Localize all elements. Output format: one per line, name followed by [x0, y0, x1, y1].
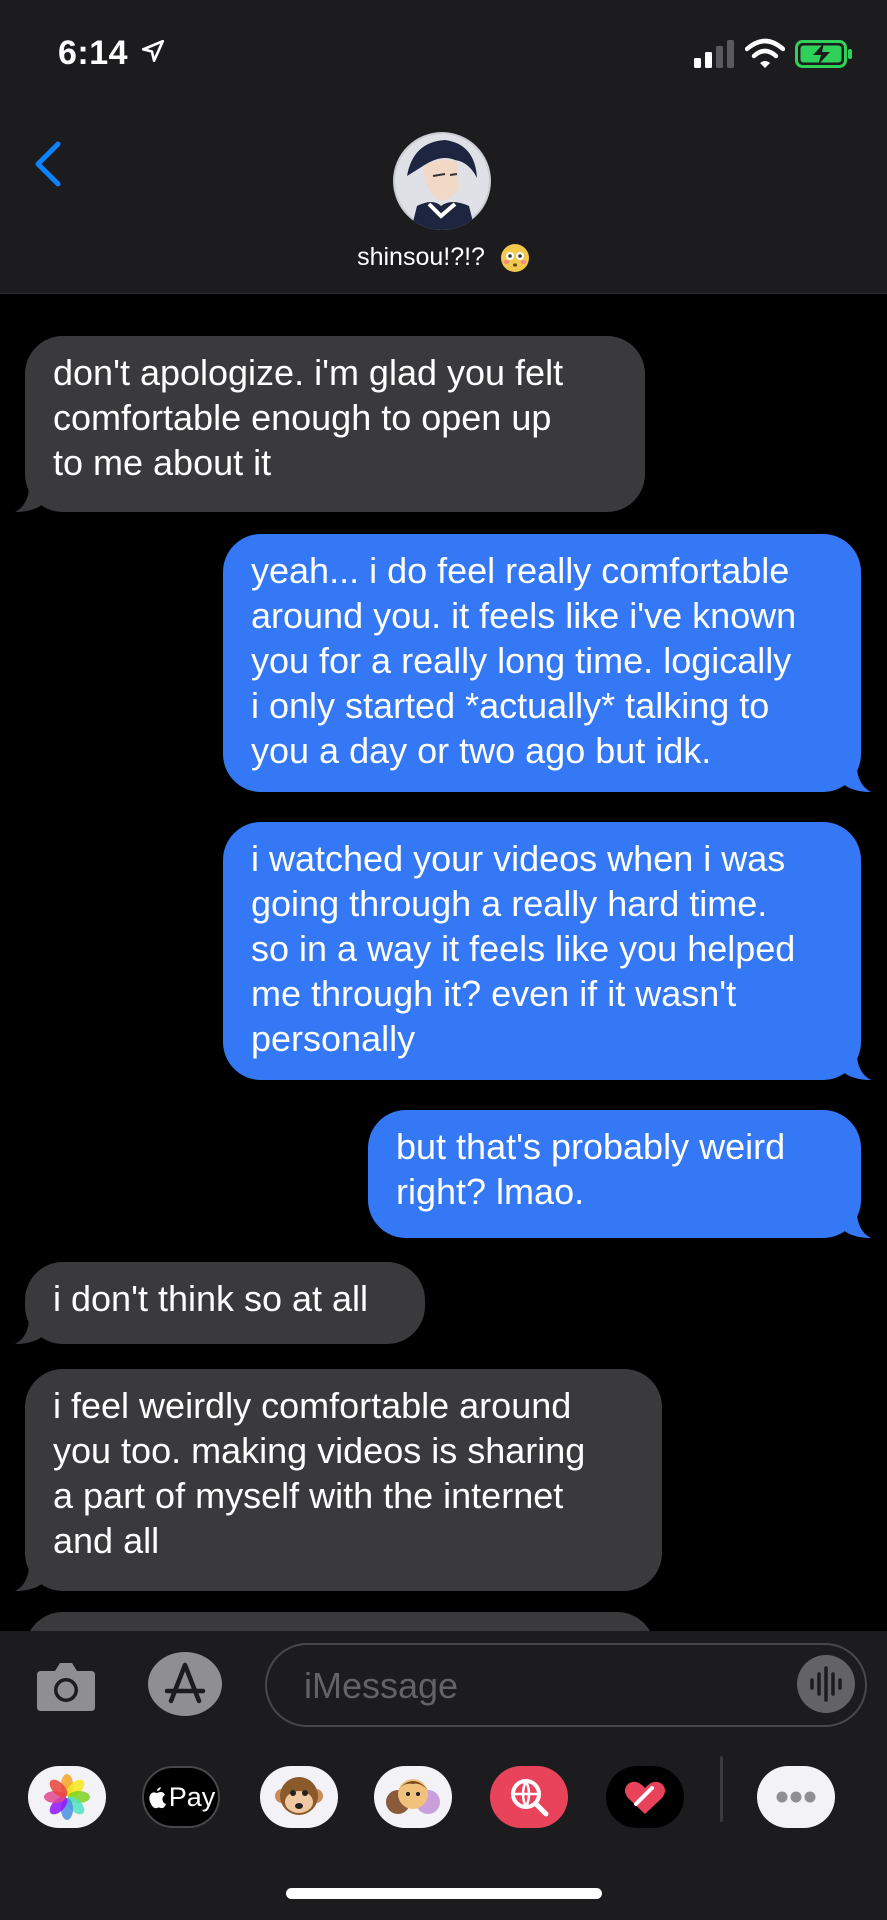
message-text: i don't think so at all — [53, 1278, 369, 1319]
status-bar: 6:14 — [0, 0, 887, 110]
app-drawer: Pay — [0, 1756, 887, 1866]
message-text: don't apologize. i'm glad you felt comfo… — [53, 352, 564, 483]
contact-name: shinsou!?!? — [357, 243, 485, 271]
message-bubble-received[interactable]: don't apologize. i'm glad you felt comfo… — [15, 336, 645, 512]
message-bubble-received-partial[interactable] — [25, 1612, 655, 1631]
app-store-icon[interactable] — [147, 1651, 223, 1717]
web-images-app-icon[interactable] — [490, 1766, 568, 1828]
message-input-placeholder: iMessage — [304, 1665, 459, 1706]
memoji-stickers-app-icon[interactable] — [374, 1766, 452, 1828]
message-text: i watched your videos when i was going t… — [251, 838, 796, 1059]
apple-pay-app-icon[interactable]: Pay — [142, 1766, 220, 1828]
wifi-icon — [745, 38, 785, 68]
message-bubble-sent[interactable]: but that's probably weird right? lmao. — [368, 1110, 871, 1238]
cellular-signal-icon — [694, 40, 734, 68]
message-text: yeah... i do feel really comfortable aro… — [251, 550, 797, 771]
battery-charging-icon — [795, 40, 852, 68]
message-text: but that's probably weird right? lmao. — [396, 1126, 786, 1212]
contact-avatar[interactable] — [393, 132, 491, 230]
chevron-left-icon[interactable] — [28, 138, 68, 190]
message-text: i feel weirdly comfortable around you to… — [53, 1385, 586, 1561]
status-time: 6:14 — [58, 34, 129, 72]
flushed-face-icon — [500, 244, 529, 273]
message-thread[interactable]: don't apologize. i'm glad you felt comfo… — [0, 294, 887, 1631]
home-indicator[interactable] — [286, 1888, 602, 1899]
photos-app-icon[interactable] — [28, 1766, 106, 1828]
app-drawer-divider — [720, 1756, 723, 1822]
location-arrow-icon — [141, 39, 165, 63]
animoji-app-icon[interactable] — [260, 1766, 338, 1828]
camera-icon[interactable] — [35, 1657, 97, 1713]
message-bubble-sent[interactable]: i watched your videos when i was going t… — [223, 822, 871, 1080]
message-bubble-received[interactable]: i don't think so at all — [15, 1262, 425, 1344]
apple-pay-label: Pay — [168, 1781, 216, 1812]
digital-touch-app-icon[interactable] — [606, 1766, 684, 1828]
audio-waveform-icon — [810, 1666, 842, 1702]
compose-bar: iMessage Pay — [0, 1631, 887, 1920]
message-bubble-received[interactable]: i feel weirdly comfortable around you to… — [15, 1369, 662, 1591]
message-bubble-sent[interactable]: yeah... i do feel really comfortable aro… — [223, 534, 871, 792]
message-input[interactable]: iMessage — [265, 1643, 867, 1727]
audio-message-button[interactable] — [797, 1655, 855, 1713]
contact-name-row[interactable]: shinsou!?!? — [0, 243, 887, 273]
more-apps-icon[interactable] — [757, 1766, 835, 1828]
apple-logo-icon — [149, 1787, 166, 1809]
conversation-header: shinsou!?!? — [0, 110, 887, 294]
